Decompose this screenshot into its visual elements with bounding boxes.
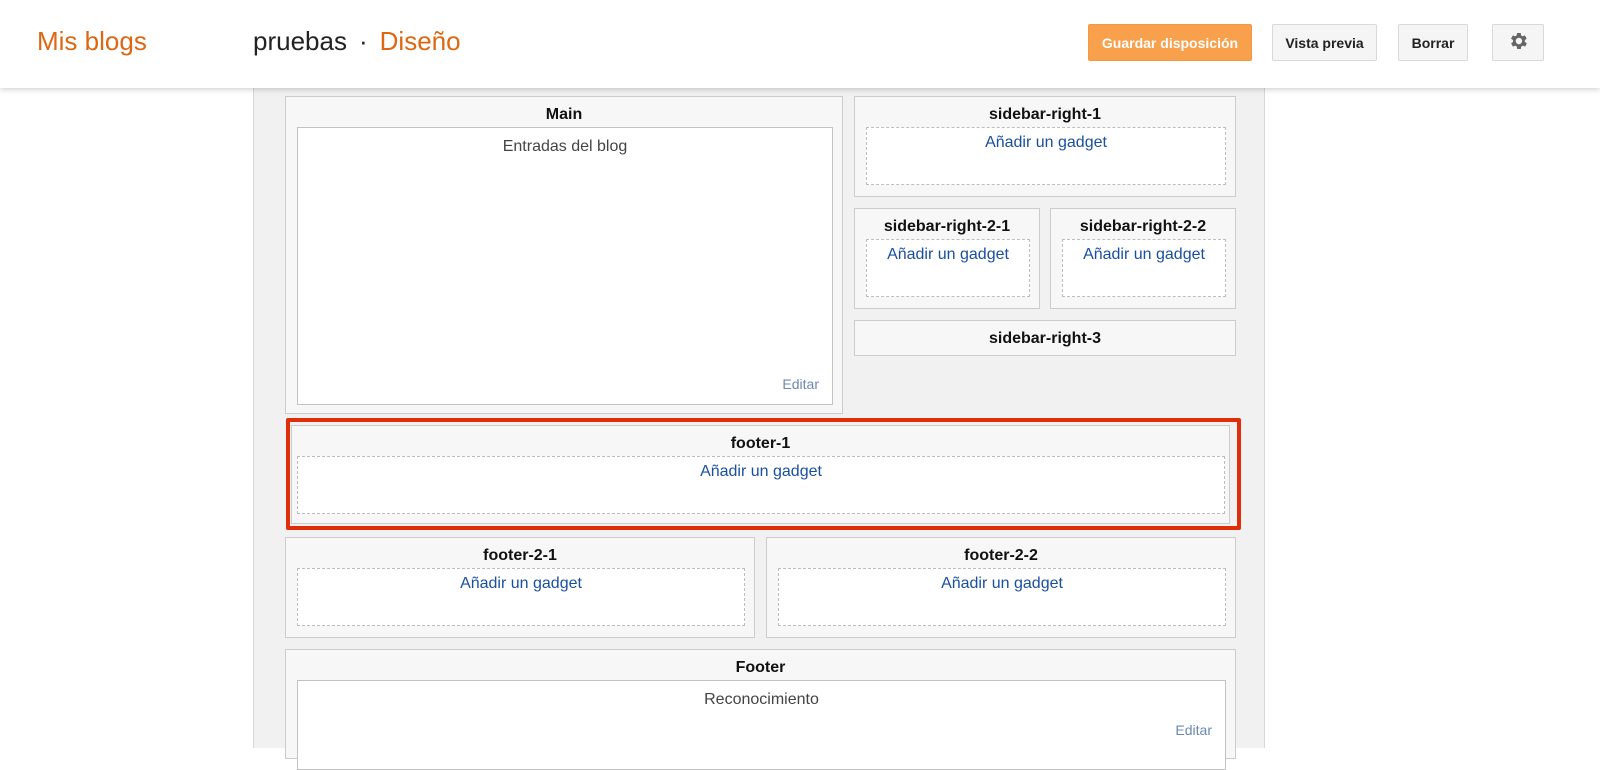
section-title: sidebar-right-3 [988,330,1101,347]
section-footer: Footer Reconocimiento Editar [285,649,1236,770]
section-title: footer-2-2 [964,547,1038,564]
add-gadget-slot[interactable]: Añadir un gadget [297,568,745,626]
add-gadget-link[interactable]: Añadir un gadget [1063,246,1225,264]
settings-button[interactable] [1492,24,1544,61]
add-gadget-link[interactable]: Añadir un gadget [779,575,1225,593]
add-gadget-slot[interactable]: Añadir un gadget [866,127,1226,185]
add-gadget-link[interactable]: Añadir un gadget [298,575,744,593]
add-gadget-link[interactable]: Añadir un gadget [867,246,1029,264]
add-gadget-slot[interactable]: Añadir un gadget [1062,239,1226,297]
gadget-label: Reconocimiento [704,691,819,708]
section-title: Main [545,106,583,123]
preview-button[interactable]: Vista previa [1272,24,1377,61]
section-title: Footer [735,659,786,676]
selection-highlight [286,418,1241,530]
add-gadget-slot[interactable]: Añadir un gadget [866,239,1030,297]
add-gadget-slot[interactable]: Añadir un gadget [778,568,1226,626]
delete-button[interactable]: Borrar [1398,24,1468,61]
section-sidebar-right-2-2: sidebar-right-2-2 Añadir un gadget [1050,208,1236,309]
page-title: Diseño [379,26,461,56]
gear-icon [1507,30,1529,55]
section-footer-2-2: footer-2-2 Añadir un gadget [766,537,1236,638]
gadget-label: Entradas del blog [502,138,628,155]
section-title: sidebar-right-1 [988,106,1101,123]
blog-name[interactable]: pruebas [253,26,347,56]
section-footer-2-1: footer-2-1 Añadir un gadget [285,537,755,638]
section-sidebar-right-2-1: sidebar-right-2-1 Añadir un gadget [854,208,1040,309]
section-title: sidebar-right-2-1 [883,218,1011,235]
breadcrumb-separator: · [358,26,368,56]
gadget-blog-posts[interactable]: Entradas del blog Editar [297,127,833,405]
add-gadget-link[interactable]: Añadir un gadget [867,134,1225,152]
section-title: footer-2-1 [483,547,557,564]
my-blogs-link[interactable]: Mis blogs [37,26,147,57]
save-layout-button[interactable]: Guardar disposición [1088,24,1252,61]
top-bar: Mis blogs pruebas · Diseño Guardar disposi… [0,0,1600,88]
gadget-attribution[interactable]: Reconocimiento Editar [297,680,1226,770]
section-title: sidebar-right-2-2 [1079,218,1207,235]
section-sidebar-right-3: sidebar-right-3 [854,320,1236,356]
section-main: Main Entradas del blog Editar [285,96,843,414]
breadcrumb: pruebas · Diseño [253,26,461,57]
edit-link[interactable]: Editar [782,376,819,392]
edit-link[interactable]: Editar [1175,722,1212,738]
section-sidebar-right-1: sidebar-right-1 Añadir un gadget [854,96,1236,197]
